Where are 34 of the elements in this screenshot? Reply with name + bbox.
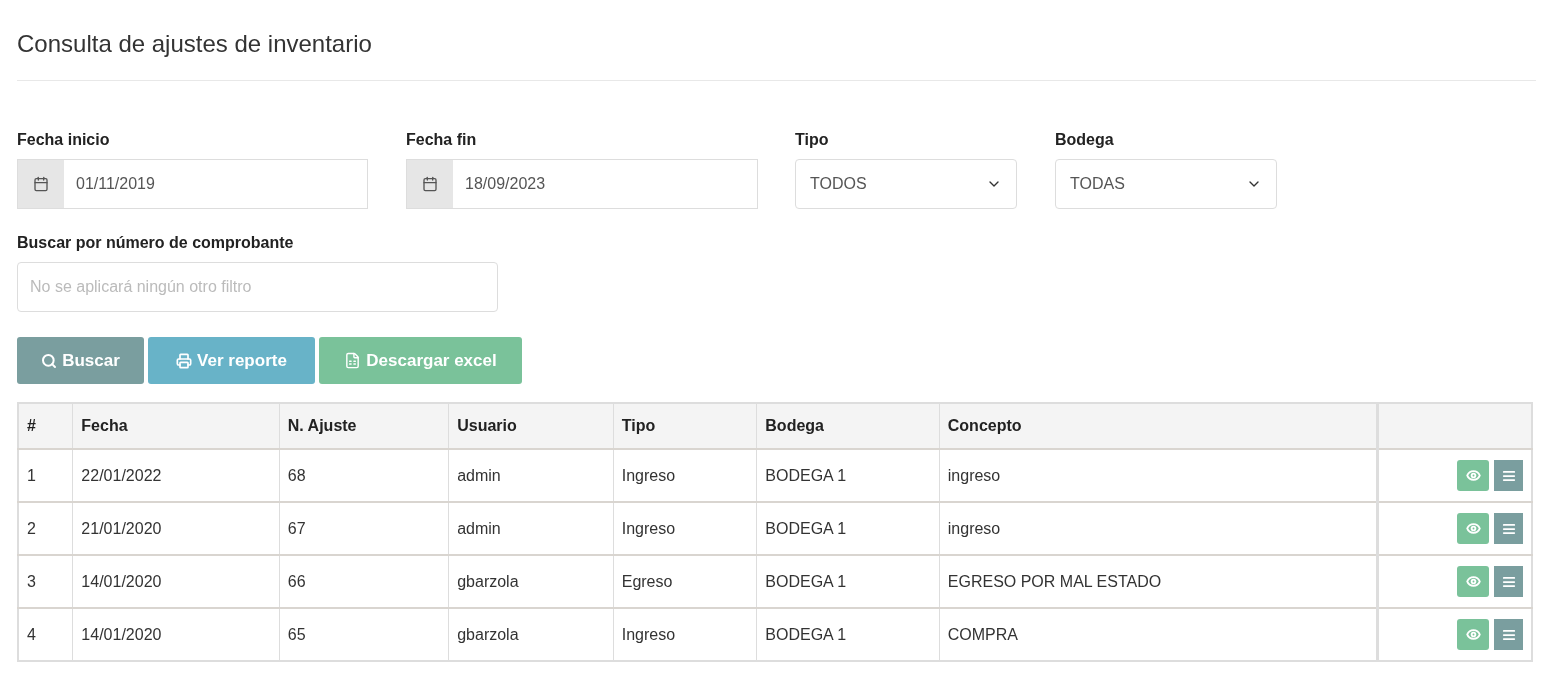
- eye-icon: [1465, 627, 1481, 642]
- spreadsheet-file-icon: [344, 352, 362, 369]
- search-icon: [41, 352, 58, 369]
- menu-button[interactable]: [1494, 619, 1523, 650]
- view-button[interactable]: [1457, 513, 1489, 544]
- date-field[interactable]: 18/09/2023: [406, 159, 758, 209]
- page-title: Consulta de ajustes de inventario: [17, 29, 373, 58]
- field-label: Buscar por número de comprobante: [17, 233, 295, 253]
- date-value: 01/11/2019: [75, 174, 155, 194]
- menu-button[interactable]: [1494, 460, 1523, 491]
- field-label: Fecha fin: [406, 130, 478, 150]
- view-button[interactable]: [1457, 619, 1489, 650]
- select-field[interactable]: TODOS: [795, 159, 1017, 209]
- date-field[interactable]: 01/11/2019: [17, 159, 368, 209]
- calendar-icon: [422, 176, 438, 192]
- view-button[interactable]: [1457, 566, 1489, 597]
- voucher-number-field[interactable]: No se aplicará ningún otro filtro: [17, 262, 498, 312]
- menu-button[interactable]: [1494, 513, 1523, 544]
- view-button[interactable]: [1457, 460, 1489, 491]
- field-label: Fecha inicio: [17, 130, 111, 150]
- select-field[interactable]: TODAS: [1055, 159, 1277, 209]
- menu-icon: [1501, 521, 1516, 536]
- eye-icon: [1465, 468, 1481, 483]
- date-value: 18/09/2023: [464, 174, 546, 194]
- printer-icon: [176, 352, 193, 369]
- eye-icon: [1465, 574, 1481, 589]
- eye-icon: [1465, 521, 1481, 536]
- field-label: Bodega: [1055, 130, 1115, 150]
- field-label: Tipo: [795, 130, 830, 150]
- menu-icon: [1501, 627, 1516, 642]
- calendar-icon: [33, 176, 49, 192]
- menu-button[interactable]: [1494, 566, 1523, 597]
- menu-icon: [1501, 468, 1516, 483]
- menu-icon: [1501, 574, 1516, 589]
